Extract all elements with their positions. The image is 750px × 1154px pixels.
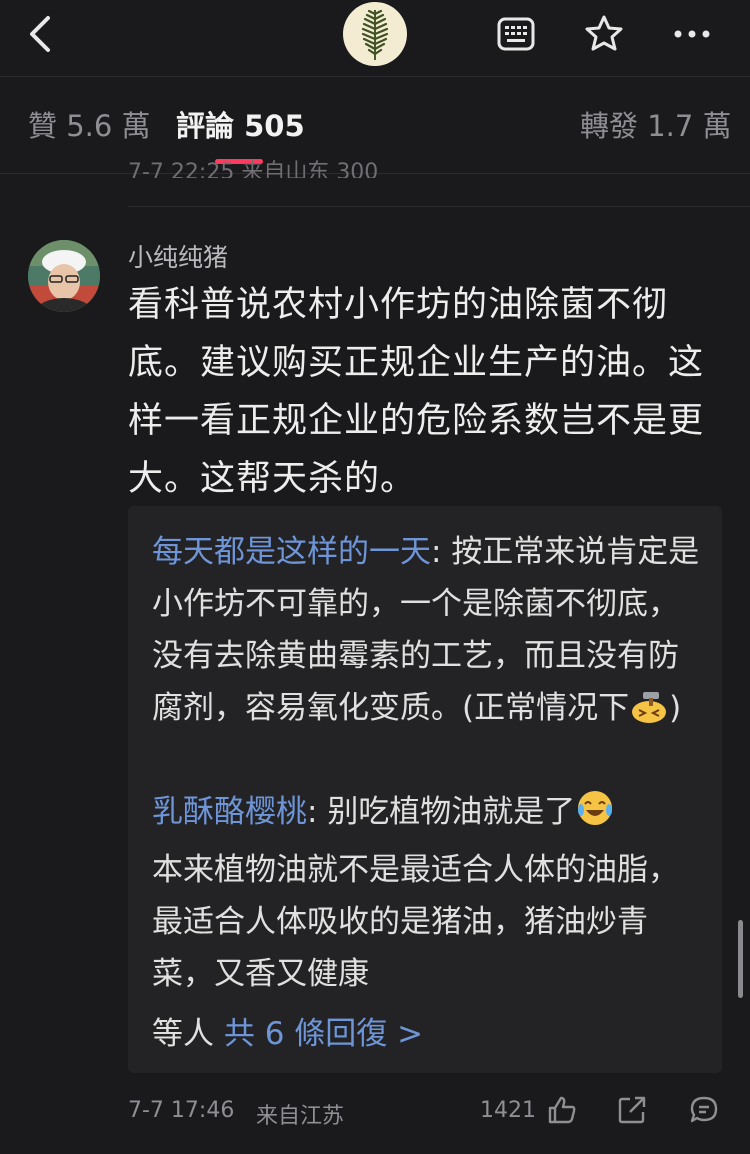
comment-time: 7-7 17:46 [128,1098,235,1123]
more-replies[interactable]: 等人 共 6 條回復 > [152,1008,423,1060]
tab-reposts[interactable]: 轉發 1.7 萬 [580,109,732,143]
tab-likes[interactable]: 贊 5.6 萬 [28,109,151,143]
keyboard-icon[interactable] [494,12,538,56]
reply-text-continued: 本来植物油就不是最适合人体的油脂，最适合人体吸收的是猪油，猪油炒青菜，又香又健康 [152,852,679,992]
more-replies-link[interactable]: 共 6 條回復 > [224,1016,423,1052]
reply-text: 别吃植物油就是了 [327,794,576,830]
reply-author[interactable]: 每天都是这样的一天 [152,534,431,570]
reply-separator: : [431,534,452,570]
comment-author[interactable]: 小纯纯猪 [128,238,228,274]
replies-box[interactable]: 每天都是这样的一天: 按正常来说肯定是小作坊不可靠的，一个是除菌不彻底，没有去除… [128,506,722,1073]
comment-footer: 7-7 17:46 来自江苏 1421 [128,1096,728,1130]
reply-author[interactable]: 乳酥酪樱桃 [152,794,307,830]
laughing-tears-emoji [575,788,615,844]
reply-item: 乳酥酪樱桃: 别吃植物油就是了本来植物油就不是最适合人体的油脂，最适合人体吸收的… [152,786,700,1000]
avatar[interactable] [28,240,100,312]
more-icon[interactable] [670,12,714,56]
previous-comment-meta: 7-7 22:25 来自山东 300 [128,160,379,178]
comment-text: 看科普说农村小作坊的油除菌不彻底。建议购买正规企业生产的油。这样一看正规企业的危… [128,285,705,499]
fern-logo-icon[interactable] [343,2,407,66]
reply-item: 每天都是这样的一天: 按正常来说肯定是小作坊不可靠的，一个是除菌不彻底，没有去除… [152,526,700,740]
divider [128,206,750,207]
comment-icon[interactable] [688,1094,720,1126]
comment-location: 来自江苏 [256,1104,345,1129]
more-replies-prefix: 等人 [152,1016,224,1052]
reply-separator: : [307,794,328,830]
hammer-face-emoji [629,688,669,740]
thumbs-up-icon[interactable] [546,1094,578,1126]
like-count: 1421 [480,1098,536,1123]
scrollbar[interactable] [738,920,743,998]
share-icon[interactable] [616,1094,648,1126]
back-chevron-icon[interactable] [22,12,62,56]
tab-comments[interactable]: 評論 505 [176,109,305,143]
star-icon[interactable] [582,12,626,56]
top-bar [0,0,750,77]
reply-text-end: ) [669,690,682,726]
